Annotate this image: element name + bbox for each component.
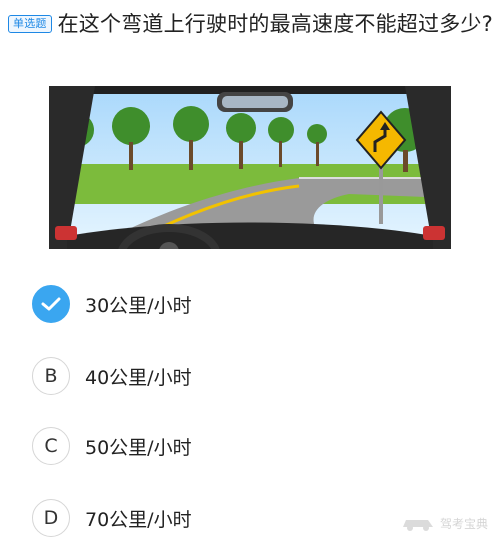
question-text: 在这个弯道上行驶时的最高速度不能超过多少? — [57, 12, 493, 36]
option-a-bubble[interactable] — [32, 285, 70, 323]
option-c-bubble[interactable]: C — [32, 427, 70, 465]
option-b-bubble[interactable]: B — [32, 357, 70, 395]
option-b-text: 40公里/小时 — [85, 366, 192, 389]
option-d-text: 70公里/小时 — [85, 508, 192, 531]
check-icon — [41, 297, 61, 311]
option-b[interactable]: B 40公里/小时 — [32, 356, 472, 396]
driving-scene-illustration — [49, 86, 451, 249]
option-c-text: 50公里/小时 — [85, 436, 192, 459]
car-logo-icon — [402, 520, 433, 531]
watermark: 驾考宝典 — [400, 514, 488, 532]
question-image — [49, 86, 451, 249]
question-type-tag: 单选题 — [8, 15, 52, 33]
option-a-text: 30公里/小时 — [85, 294, 192, 317]
option-a[interactable]: 30公里/小时 — [32, 284, 472, 324]
option-c[interactable]: C 50公里/小时 — [32, 426, 472, 466]
question-title: 单选题 在这个弯道上行驶时的最高速度不能超过多少? — [8, 6, 494, 42]
watermark-text: 驾考宝典 — [439, 516, 488, 531]
option-d-bubble[interactable]: D — [32, 499, 70, 537]
